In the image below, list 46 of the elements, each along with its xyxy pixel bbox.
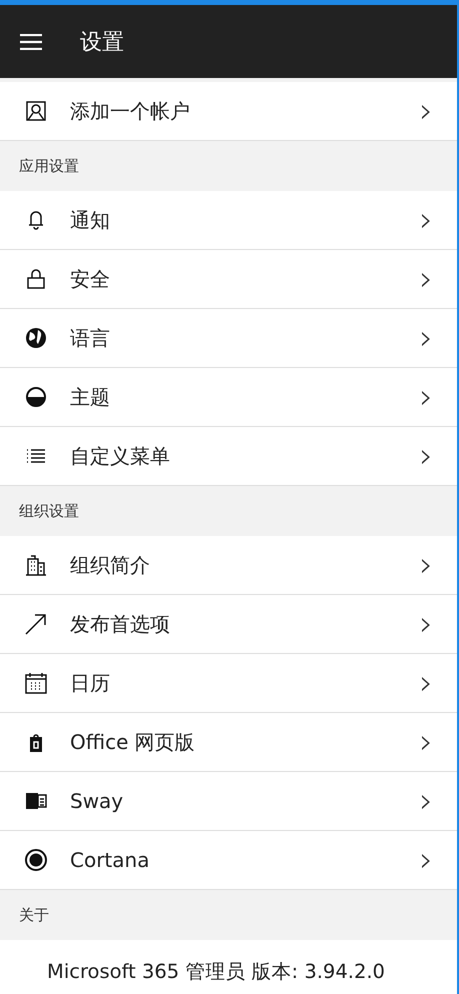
diagonal-arrow-icon bbox=[24, 612, 48, 636]
item-label: 自定义菜单 bbox=[70, 442, 171, 470]
menu-button[interactable] bbox=[20, 34, 42, 50]
item-label: 添加一个帐户 bbox=[70, 98, 191, 124]
page-title: 设置 bbox=[80, 28, 124, 56]
item-label: 日历 bbox=[70, 670, 111, 696]
chevron-icon: › bbox=[419, 548, 433, 582]
chevron-icon: › bbox=[419, 380, 433, 414]
item-label: Sway bbox=[70, 789, 124, 813]
calendar-icon bbox=[24, 671, 48, 695]
version-text: Microsoft 365 管理员 版本: 3.94.2.0 bbox=[47, 960, 385, 983]
chevron-icon: › bbox=[419, 262, 433, 296]
item-label: 语言 bbox=[70, 324, 111, 352]
chevron-icon: › bbox=[419, 321, 433, 355]
settings-item[interactable]: Office 网页版 › bbox=[0, 713, 457, 772]
menu-icon bbox=[20, 34, 42, 50]
building-icon bbox=[24, 553, 48, 577]
person-icon bbox=[24, 99, 48, 123]
settings-item[interactable]: 主题 › bbox=[0, 368, 457, 427]
settings-item[interactable]: Sway › bbox=[0, 772, 457, 831]
chevron-icon: › bbox=[419, 94, 433, 128]
section-title: 关于 bbox=[19, 906, 49, 924]
chevron-icon: › bbox=[419, 439, 433, 473]
chevron-icon: › bbox=[419, 843, 433, 877]
item-label: 组织简介 bbox=[70, 552, 151, 578]
chevron-icon: › bbox=[419, 203, 433, 237]
settings-item[interactable]: 语言 › bbox=[0, 309, 457, 368]
chevron-icon: › bbox=[419, 666, 433, 700]
chevron-icon: › bbox=[419, 784, 433, 818]
item-label: 通知 bbox=[70, 206, 111, 234]
settings-item[interactable]: 组织简介 › bbox=[0, 536, 457, 595]
section-title: 组织设置 bbox=[19, 502, 79, 520]
chevron-icon: › bbox=[419, 607, 433, 641]
item-label: Office 网页版 bbox=[70, 728, 196, 756]
radio-icon bbox=[24, 848, 48, 872]
half-circle-icon bbox=[24, 385, 48, 409]
item-label: 安全 bbox=[70, 266, 111, 292]
item-label: 主题 bbox=[70, 384, 111, 410]
settings-item[interactable]: 日历 › bbox=[0, 654, 457, 713]
item-label: 发布首选项 bbox=[70, 610, 171, 638]
settings-item[interactable]: 发布首选项 › bbox=[0, 595, 457, 654]
settings-item[interactable]: 安全 › bbox=[0, 250, 457, 309]
chevron-icon: › bbox=[419, 725, 433, 759]
section-title: 应用设置 bbox=[19, 156, 79, 176]
item-label: Cortana bbox=[70, 848, 150, 872]
settings-item[interactable]: 通知 › bbox=[0, 191, 457, 250]
